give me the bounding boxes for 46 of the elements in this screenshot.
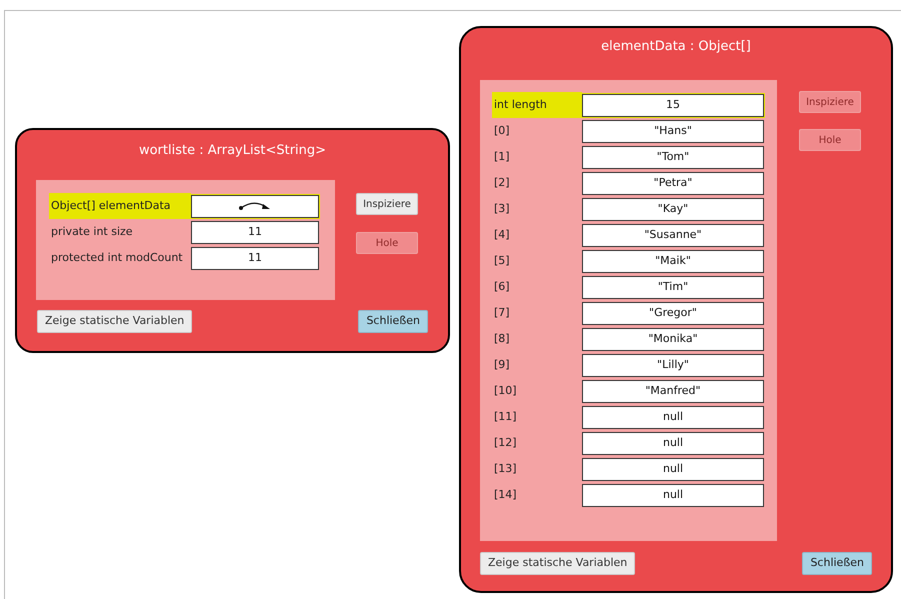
field-value[interactable]: "Susanne": [582, 224, 764, 246]
field-value[interactable]: "Tim": [582, 276, 764, 298]
field-label[interactable]: Object[] elementData: [49, 193, 191, 219]
field-value[interactable]: "Manfred": [582, 380, 764, 402]
field-value[interactable]: "Petra": [582, 172, 764, 194]
field-value[interactable]: "Monika": [582, 328, 764, 350]
field-label[interactable]: [0]: [492, 118, 582, 144]
field-label[interactable]: [4]: [492, 222, 582, 248]
close-button[interactable]: Schließen: [802, 552, 872, 575]
field-value[interactable]: "Lilly": [582, 354, 764, 376]
field-value[interactable]: "Tom": [582, 146, 764, 168]
field-value[interactable]: 11: [191, 246, 319, 270]
field-value[interactable]: [191, 194, 319, 218]
close-button[interactable]: Schließen: [358, 310, 428, 333]
field-value[interactable]: 11: [191, 220, 319, 244]
field-label[interactable]: protected int modCount: [49, 245, 191, 271]
field-label[interactable]: [1]: [492, 144, 582, 170]
action-button[interactable]: Inspiziere: [356, 193, 418, 215]
field-value[interactable]: 15: [582, 94, 764, 116]
field-label[interactable]: [12]: [492, 430, 582, 456]
field-label[interactable]: [3]: [492, 196, 582, 222]
window-title: elementData : Object[]: [601, 38, 751, 56]
static-variables-button[interactable]: Zeige statische Variablen: [37, 310, 192, 333]
field-value[interactable]: null: [582, 406, 764, 428]
field-label[interactable]: [13]: [492, 456, 582, 482]
field-value[interactable]: "Kay": [582, 198, 764, 220]
field-value[interactable]: "Gregor": [582, 302, 764, 324]
field-label[interactable]: [2]: [492, 170, 582, 196]
window-title: wortliste : ArrayList<String>: [138, 142, 326, 160]
reference-arrow-icon: [238, 201, 272, 211]
static-variables-button[interactable]: Zeige statische Variablen: [480, 552, 636, 575]
field-label[interactable]: int length: [492, 92, 582, 118]
field-value[interactable]: null: [582, 432, 764, 454]
field-value[interactable]: "Maik": [582, 250, 764, 272]
field-label[interactable]: [10]: [492, 378, 582, 404]
field-value[interactable]: "Hans": [582, 120, 764, 142]
field-label[interactable]: [7]: [492, 300, 582, 326]
field-label[interactable]: [8]: [492, 326, 582, 352]
field-label[interactable]: [11]: [492, 404, 582, 430]
field-label[interactable]: private int size: [49, 219, 191, 245]
field-value[interactable]: null: [582, 484, 764, 506]
field-label[interactable]: [14]: [492, 482, 582, 508]
field-value[interactable]: null: [582, 458, 764, 480]
field-label[interactable]: [9]: [492, 352, 582, 378]
field-label[interactable]: [5]: [492, 248, 582, 274]
field-label[interactable]: [6]: [492, 274, 582, 300]
